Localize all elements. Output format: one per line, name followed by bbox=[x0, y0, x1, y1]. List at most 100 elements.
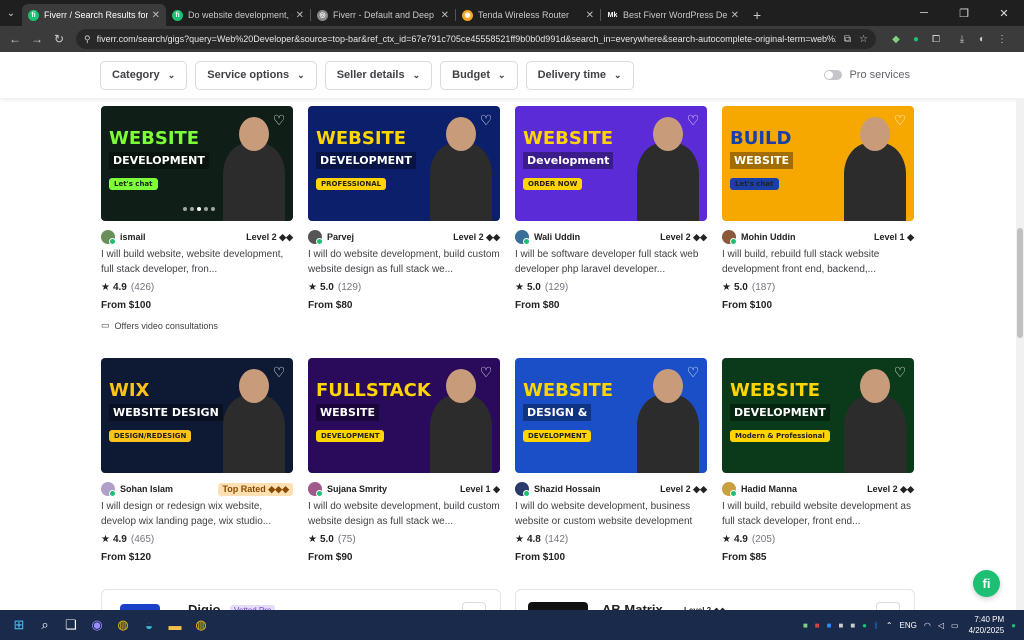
bluetooth-icon[interactable]: ᛒ bbox=[874, 621, 879, 630]
install-app-icon[interactable]: ⧉ bbox=[844, 34, 851, 45]
tray-app-icon[interactable]: ■ bbox=[815, 621, 820, 630]
gig-title-link[interactable]: I will do website development, build cus… bbox=[308, 247, 500, 277]
seller-avatar[interactable] bbox=[722, 482, 737, 497]
seller-details-filter-button[interactable]: Seller details ⌄ bbox=[324, 60, 433, 90]
chrome-icon[interactable]: ◍ bbox=[110, 612, 136, 638]
gig-thumbnail[interactable]: WEBSITE DEVELOPMENT Modern & Professional ♡ bbox=[722, 358, 914, 473]
delivery-time-filter-button[interactable]: Delivery time ⌄ bbox=[525, 60, 634, 90]
seller-name[interactable]: Hadid Manna bbox=[741, 484, 867, 494]
gig-title-link[interactable]: I will design or redesign wix website, d… bbox=[101, 499, 293, 529]
close-window-icon[interactable]: ✕ bbox=[984, 0, 1024, 26]
service-options-filter-button[interactable]: Service options ⌄ bbox=[195, 60, 317, 90]
bookmark-star-icon[interactable]: ☆ bbox=[859, 34, 868, 45]
windows-start-icon[interactable]: ⊞ bbox=[6, 612, 32, 638]
tray-app-icon[interactable]: ■ bbox=[803, 621, 808, 630]
battery-icon[interactable]: ▭ bbox=[951, 621, 959, 630]
taskbar-clock[interactable]: 7:40 PM 4/20/2025 bbox=[969, 614, 1005, 636]
profile-avatar-icon[interactable]: ◐ bbox=[972, 29, 992, 49]
favorite-heart-icon[interactable]: ♡ bbox=[892, 364, 908, 380]
gig-title-link[interactable]: I will build, rebuild full stack website… bbox=[722, 247, 914, 277]
gig-card[interactable]: WEBSITE Development ORDER NOW ♡ Wali Uddin Le… bbox=[515, 106, 707, 311]
gig-title-link[interactable]: I will be software developer full stack … bbox=[515, 247, 707, 277]
language-indicator[interactable]: ENG bbox=[900, 621, 917, 630]
edge-icon[interactable]: ◒ bbox=[136, 612, 162, 638]
tray-app-icon[interactable]: ■ bbox=[838, 621, 843, 630]
scrollbar-thumb[interactable] bbox=[1017, 228, 1023, 338]
gig-card[interactable]: WEBSITE DEVELOPMENT PROFESSIONAL ♡ Parvej Lev… bbox=[308, 106, 500, 311]
minimize-icon[interactable]: ─ bbox=[904, 0, 944, 26]
gig-thumbnail[interactable]: BUILD WEBSITE Let's chat ♡ bbox=[722, 106, 914, 221]
tab-close-icon[interactable]: ✕ bbox=[441, 10, 449, 21]
tray-app-icon[interactable]: ■ bbox=[827, 621, 832, 630]
gig-title-link[interactable]: I will build, rebuild website developmen… bbox=[722, 499, 914, 529]
chevron-up-icon[interactable]: ⌃ bbox=[886, 621, 893, 630]
chat-app-icon[interactable]: ◉ bbox=[84, 612, 110, 638]
back-icon[interactable]: ← bbox=[4, 32, 26, 46]
wifi-icon[interactable]: ◠ bbox=[924, 621, 931, 630]
seller-name[interactable]: Mohin Uddin bbox=[741, 232, 874, 242]
gig-thumbnail[interactable]: FULLSTACK WEBSITE DEVELOPMENT ♡ bbox=[308, 358, 500, 473]
maximize-icon[interactable]: ❐ bbox=[944, 0, 984, 26]
favorite-heart-icon[interactable]: ♡ bbox=[271, 112, 287, 128]
address-bar-url[interactable]: fiverr.com/search/gigs?query=Web%20Devel… bbox=[97, 34, 836, 44]
gig-card[interactable]: WIX WEBSITE DESIGN DESIGN/REDESIGN ♡ Sohan I… bbox=[101, 358, 293, 563]
carousel-dots[interactable] bbox=[183, 207, 218, 211]
gig-thumbnail[interactable]: WEBSITE DEVELOPMENT PROFESSIONAL ♡ bbox=[308, 106, 500, 221]
extensions-puzzle-icon[interactable]: ⧠ bbox=[926, 29, 946, 49]
reload-icon[interactable]: ↻ bbox=[48, 32, 70, 46]
task-view-icon[interactable]: ❏ bbox=[58, 612, 84, 638]
search-icon[interactable]: ⌕ bbox=[32, 612, 58, 638]
fiverr-chat-button[interactable]: fi bbox=[973, 570, 1000, 597]
gig-thumbnail[interactable]: WIX WEBSITE DESIGN DESIGN/REDESIGN ♡ bbox=[101, 358, 293, 473]
chrome-profile-icon[interactable]: ◍ bbox=[188, 612, 214, 638]
budget-filter-button[interactable]: Budget ⌄ bbox=[440, 60, 518, 90]
page-scrollbar[interactable] bbox=[1016, 98, 1024, 610]
gig-thumbnail[interactable]: WEBSITE DEVELOPMENT Let's chat ♡ bbox=[101, 106, 293, 221]
gig-card[interactable]: WEBSITE DEVELOPMENT Modern & Professional ♡… bbox=[722, 358, 914, 563]
seller-name[interactable]: Parvej bbox=[327, 232, 453, 242]
category-filter-button[interactable]: Category ⌄ bbox=[100, 60, 188, 90]
seller-name[interactable]: ismail bbox=[120, 232, 246, 242]
favorite-heart-icon[interactable]: ♡ bbox=[892, 112, 908, 128]
gig-card[interactable]: FULLSTACK WEBSITE DEVELOPMENT ♡ Sujana Smrit… bbox=[308, 358, 500, 563]
seller-name[interactable]: Sohan Islam bbox=[120, 484, 218, 494]
pro-services-toggle[interactable]: Pro services bbox=[824, 69, 910, 81]
gig-thumbnail[interactable]: WEBSITE Development ORDER NOW ♡ bbox=[515, 106, 707, 221]
tray-app-icon[interactable]: ● bbox=[862, 621, 867, 630]
gig-card[interactable]: WEBSITE DEVELOPMENT Let's chat ♡ ismail Level… bbox=[101, 106, 293, 331]
seller-avatar[interactable] bbox=[722, 230, 737, 245]
favorite-heart-icon[interactable]: ♡ bbox=[685, 112, 701, 128]
gig-card[interactable]: WEBSITE DESIGN & DEVELOPMENT ♡ Shazid Hossai… bbox=[515, 358, 707, 563]
gig-title-link[interactable]: I will build website, website developmen… bbox=[101, 247, 293, 277]
favorite-heart-icon[interactable]: ♡ bbox=[478, 112, 494, 128]
seller-avatar[interactable] bbox=[308, 230, 323, 245]
volume-icon[interactable]: ◁ bbox=[938, 621, 944, 630]
address-bar[interactable]: ⚲ fiverr.com/search/gigs?query=Web%20Dev… bbox=[76, 29, 876, 49]
browser-tab[interactable]: Mk Best Fiverr WordPress Develope ✕ bbox=[601, 4, 745, 26]
toggle-switch[interactable] bbox=[824, 70, 843, 80]
favorite-heart-icon[interactable]: ♡ bbox=[685, 364, 701, 380]
seller-avatar[interactable] bbox=[308, 482, 323, 497]
browser-tab[interactable]: fi Fiverr / Search Results for 'Web ✕ bbox=[22, 4, 166, 26]
seller-name[interactable]: Wali Uddin bbox=[534, 232, 660, 242]
tab-search-icon[interactable]: ⌄ bbox=[0, 0, 22, 26]
seller-avatar[interactable] bbox=[101, 230, 116, 245]
gig-title-link[interactable]: I will do website development, build cus… bbox=[308, 499, 500, 529]
tab-close-icon[interactable]: ✕ bbox=[152, 10, 160, 21]
browser-tab[interactable]: ◉ Tenda Wireless Router ✕ bbox=[456, 4, 600, 26]
forward-icon[interactable]: → bbox=[26, 32, 48, 46]
seller-avatar[interactable] bbox=[515, 482, 530, 497]
download-icon[interactable]: ⤓ bbox=[952, 29, 972, 49]
gig-thumbnail[interactable]: WEBSITE DESIGN & DEVELOPMENT ♡ bbox=[515, 358, 707, 473]
extension-icon[interactable]: ◆ bbox=[886, 29, 906, 49]
tab-close-icon[interactable]: ✕ bbox=[296, 10, 304, 21]
browser-menu-icon[interactable]: ⋮ bbox=[992, 29, 1012, 49]
favorite-heart-icon[interactable]: ♡ bbox=[478, 364, 494, 380]
seller-name[interactable]: Sujana Smrity bbox=[327, 484, 460, 494]
notification-icon[interactable]: ● bbox=[1011, 621, 1016, 630]
gig-card[interactable]: BUILD WEBSITE Let's chat ♡ Mohin Uddin Level … bbox=[722, 106, 914, 311]
seller-avatar[interactable] bbox=[515, 230, 530, 245]
browser-tab[interactable]: fi Do website development, deve ✕ bbox=[166, 4, 310, 26]
tray-app-icon[interactable]: ■ bbox=[850, 621, 855, 630]
gig-title-link[interactable]: I will do website development, business … bbox=[515, 499, 707, 529]
